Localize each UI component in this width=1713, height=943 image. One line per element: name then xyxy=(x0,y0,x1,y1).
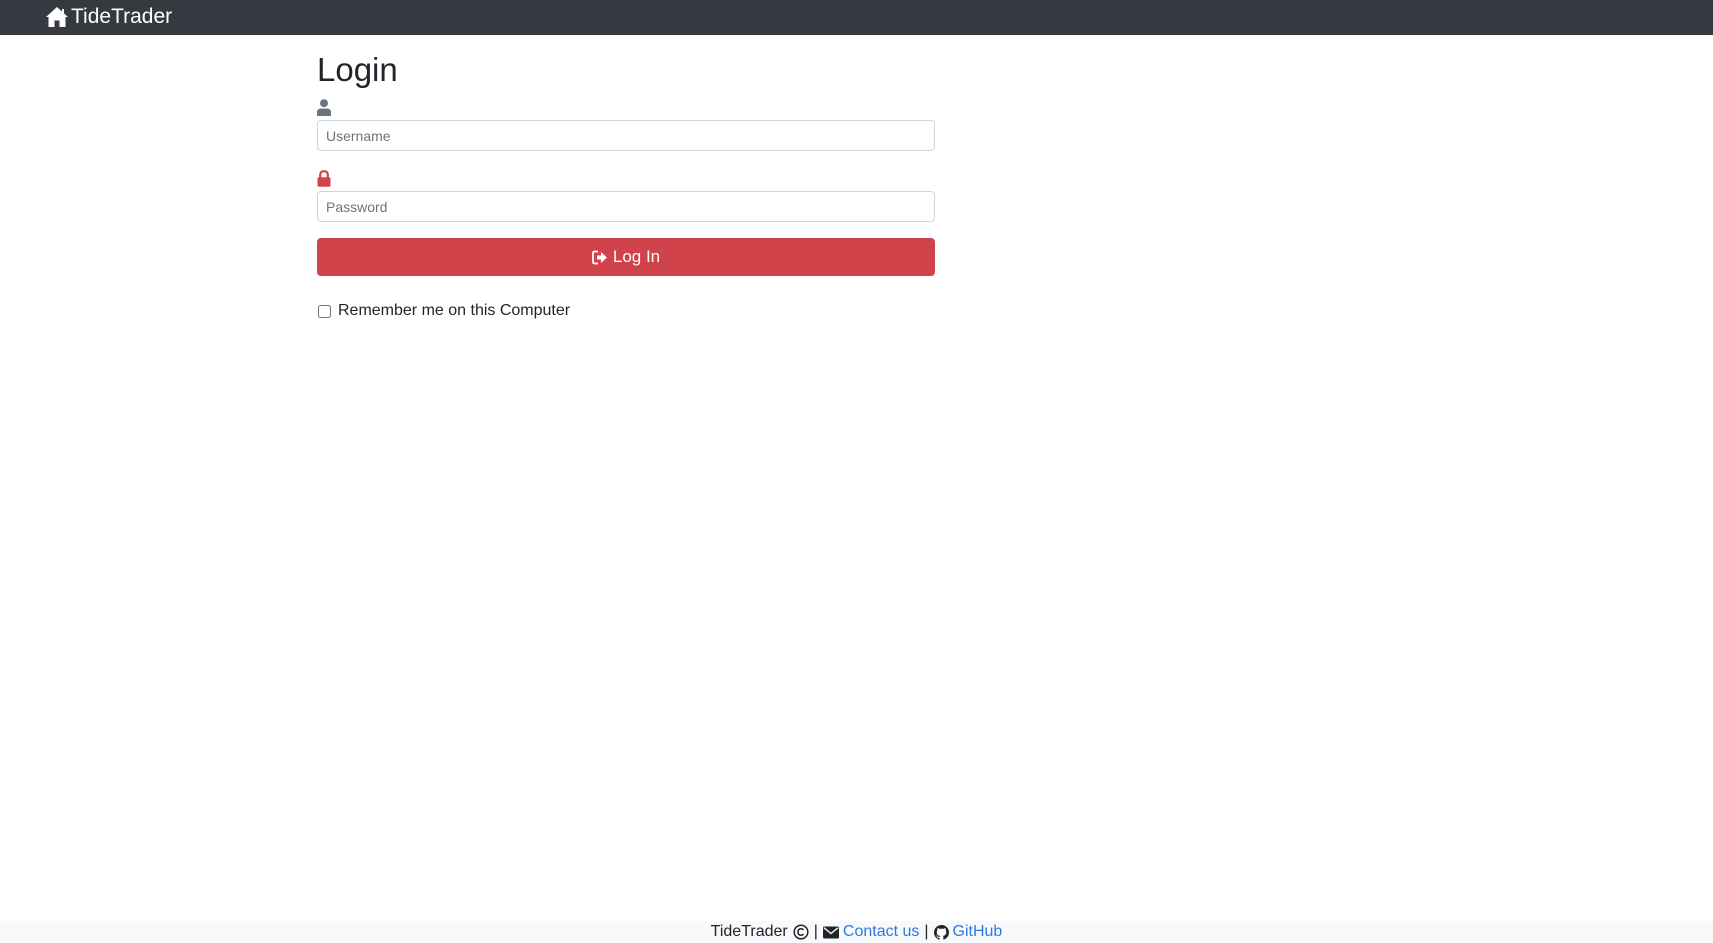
home-icon xyxy=(46,7,68,27)
login-button[interactable]: Log In xyxy=(317,238,935,276)
brand-name: TideTrader xyxy=(71,5,173,28)
brand-link[interactable]: TideTrader xyxy=(45,5,172,29)
footer-separator: | xyxy=(924,923,929,940)
password-input[interactable] xyxy=(317,191,935,222)
sign-in-icon xyxy=(591,250,607,264)
user-icon xyxy=(317,99,331,116)
remember-me-checkbox[interactable] xyxy=(318,304,331,318)
envelope-icon xyxy=(822,926,839,938)
remember-me-label: Remember me on this Computer xyxy=(338,302,571,319)
footer-brand: TideTrader xyxy=(710,923,788,940)
username-input[interactable] xyxy=(317,120,935,151)
top-navbar: TideTrader xyxy=(0,0,1713,35)
github-icon xyxy=(933,924,949,940)
footer-separator: | xyxy=(813,923,818,940)
footer: TideTrader | Contact us | GitHub xyxy=(0,921,1713,943)
copyright-icon xyxy=(793,924,809,940)
login-button-label: Log In xyxy=(612,247,661,266)
remember-me[interactable]: Remember me on this Computer xyxy=(317,302,570,320)
page-title: Login xyxy=(317,51,398,88)
contact-link[interactable]: Contact us xyxy=(843,923,919,941)
lock-icon xyxy=(317,170,331,187)
github-link[interactable]: GitHub xyxy=(953,923,1003,941)
